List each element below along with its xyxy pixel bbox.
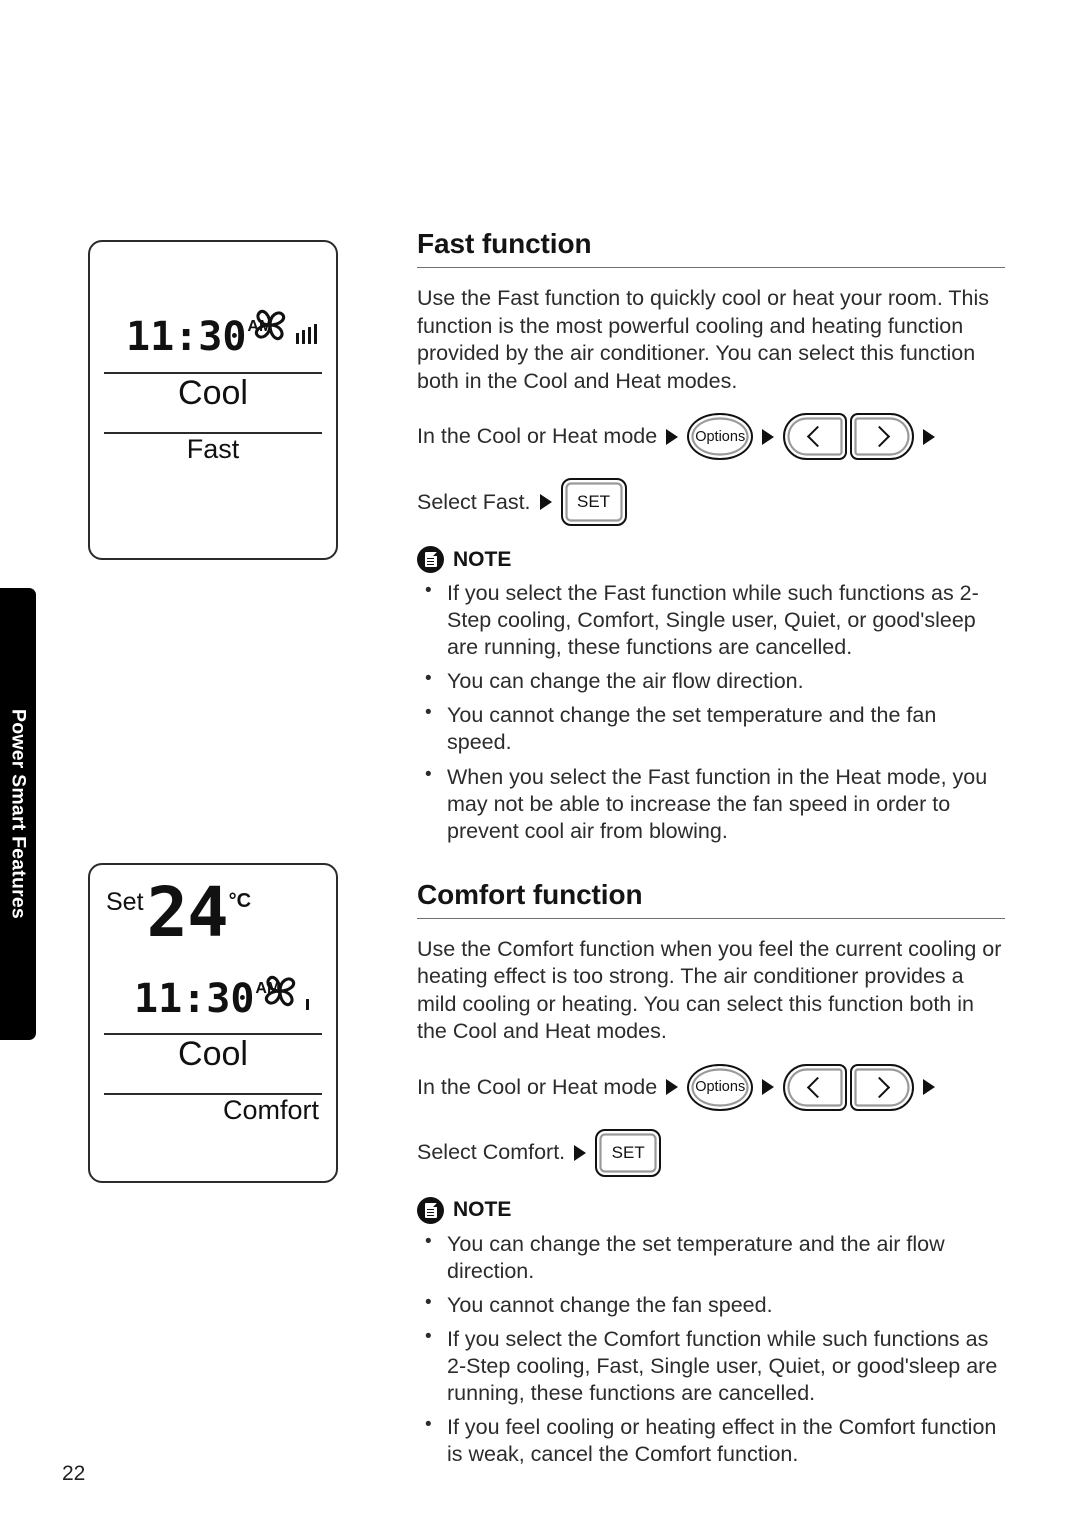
note-label: NOTE <box>453 1198 512 1222</box>
set-button[interactable]: SET <box>560 478 627 527</box>
display-fan-cluster <box>258 969 309 1013</box>
arrow-separator-icon <box>762 428 775 445</box>
options-button[interactable]: Options <box>687 413 754 461</box>
remote-display-fast: 11:30 AM Cool Fast <box>88 240 338 560</box>
list-item: You can change the air flow direction. <box>417 667 1005 695</box>
arrow-separator-icon <box>539 494 552 511</box>
left-arrow-button[interactable] <box>783 413 848 461</box>
step-text-mode: In the Cool or Heat mode <box>417 1074 658 1099</box>
section-body: Use the Fast function to quickly cool or… <box>417 286 990 393</box>
display-time: 11:30 <box>126 314 247 360</box>
options-button[interactable]: Options <box>687 1063 754 1111</box>
page-number: 22 <box>62 1462 86 1485</box>
note-header: NOTE <box>417 1196 1005 1224</box>
chevron-left-icon <box>807 425 829 448</box>
display-mode: Cool <box>178 374 248 412</box>
display-set-label: Set <box>106 888 144 916</box>
title-rule <box>417 267 1005 268</box>
step-text-select: Select Comfort. <box>417 1140 566 1165</box>
fan-speed-bars <box>303 999 309 1010</box>
list-item: When you select the Fast function in the… <box>417 763 1005 845</box>
arrow-separator-icon <box>762 1079 775 1096</box>
chevron-right-icon <box>869 425 891 448</box>
arrow-separator-icon <box>923 428 936 445</box>
display-mode: Cool <box>178 1035 248 1073</box>
arrow-separator-icon <box>574 1144 587 1161</box>
chevron-left-icon <box>807 1076 829 1098</box>
chevron-right-icon <box>869 1076 891 1098</box>
list-item: You can change the set temperature and t… <box>417 1230 1005 1285</box>
right-arrow-button[interactable] <box>850 413 915 461</box>
step-text-select: Select Fast. <box>417 489 531 514</box>
note-label: NOTE <box>453 547 512 571</box>
display-time: 11:30 <box>134 976 255 1022</box>
step-row-select: Select Comfort. SET <box>417 1128 1005 1177</box>
display-function: Comfort <box>222 1095 319 1125</box>
section-fast-function: Fast function Use the Fast function to q… <box>417 228 1005 845</box>
note-document-icon <box>417 1196 444 1224</box>
list-item: If you feel cooling or heating effect in… <box>417 1413 1005 1468</box>
list-item: You cannot change the fan speed. <box>417 1291 1005 1319</box>
fan-pinwheel-icon <box>254 309 286 341</box>
section-comfort-function: Comfort function Use the Comfort functio… <box>417 879 1005 1469</box>
title-rule <box>417 917 1005 919</box>
set-button[interactable]: SET <box>595 1128 662 1177</box>
list-item: You cannot change the set temperature an… <box>417 701 1005 756</box>
arrow-separator-icon <box>666 1079 679 1096</box>
step-row-mode: In the Cool or Heat mode Options <box>417 413 1005 461</box>
remote-display-comfort: Set 24 °C 11:30 AM Cool Comfort <box>88 863 338 1183</box>
fan-pinwheel-icon <box>264 975 296 1007</box>
step-row-select: Select Fast. SET <box>417 478 1005 527</box>
list-item: If you select the Comfort function while… <box>417 1325 1005 1407</box>
chapter-side-tab-label: Power Smart Features <box>7 709 30 919</box>
arrow-separator-icon <box>666 428 679 445</box>
page-title: Comfort function <box>417 878 643 910</box>
page-title: Fast function <box>417 228 592 259</box>
fan-speed-bars <box>293 324 317 344</box>
display-temperature-unit: °C <box>228 890 252 912</box>
step-row-mode: In the Cool or Heat mode Options <box>417 1063 1005 1111</box>
display-set-row: Set 24 °C <box>106 873 252 953</box>
note-document-icon <box>417 546 444 574</box>
note-header: NOTE <box>417 546 1005 574</box>
chapter-side-tab: Power Smart Features <box>0 588 36 1040</box>
step-text-mode: In the Cool or Heat mode <box>417 424 658 449</box>
left-arrow-button[interactable] <box>783 1063 848 1111</box>
arrow-separator-icon <box>923 1079 936 1096</box>
note-list: If you select the Fast function while su… <box>417 579 1005 845</box>
content-column: Fast function Use the Fast function to q… <box>417 228 1005 1468</box>
right-arrow-button[interactable] <box>850 1063 915 1111</box>
display-function: Fast <box>186 434 240 464</box>
note-list: You can change the set temperature and t… <box>417 1230 1005 1469</box>
list-item: If you select the Fast function while su… <box>417 579 1005 661</box>
section-body: Use the Comfort function when you feel t… <box>417 936 1002 1044</box>
display-fan-cluster <box>248 303 317 347</box>
display-set-temperature: 24 <box>146 873 229 953</box>
